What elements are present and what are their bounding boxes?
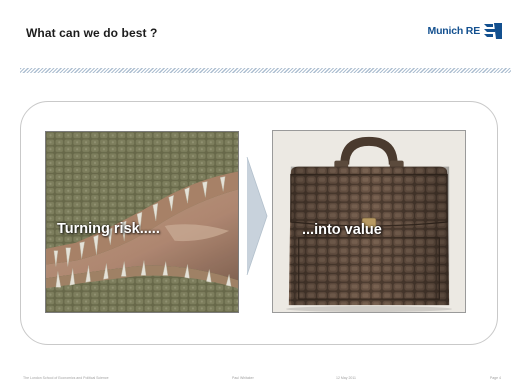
chevron-right-arrow-icon: [246, 157, 268, 275]
footer-date: 12 May 2011: [336, 376, 356, 380]
footer-institution: The London School of Economics and Polit…: [23, 376, 109, 380]
logo-text: Munich RE: [427, 25, 481, 37]
right-caption: ...into value: [302, 222, 382, 238]
slide: What can we do best ? Munich RE Turning …: [0, 0, 511, 392]
header-divider: [20, 68, 511, 73]
footer-page-number: Page 4: [489, 376, 501, 380]
munich-re-logo-icon: [484, 23, 502, 39]
slide-title: What can we do best ?: [26, 26, 158, 40]
footer-author: Paul Whitaker: [232, 376, 254, 380]
left-caption: Turning risk.....: [57, 221, 160, 237]
brand-logo: Munich RE: [428, 22, 503, 40]
